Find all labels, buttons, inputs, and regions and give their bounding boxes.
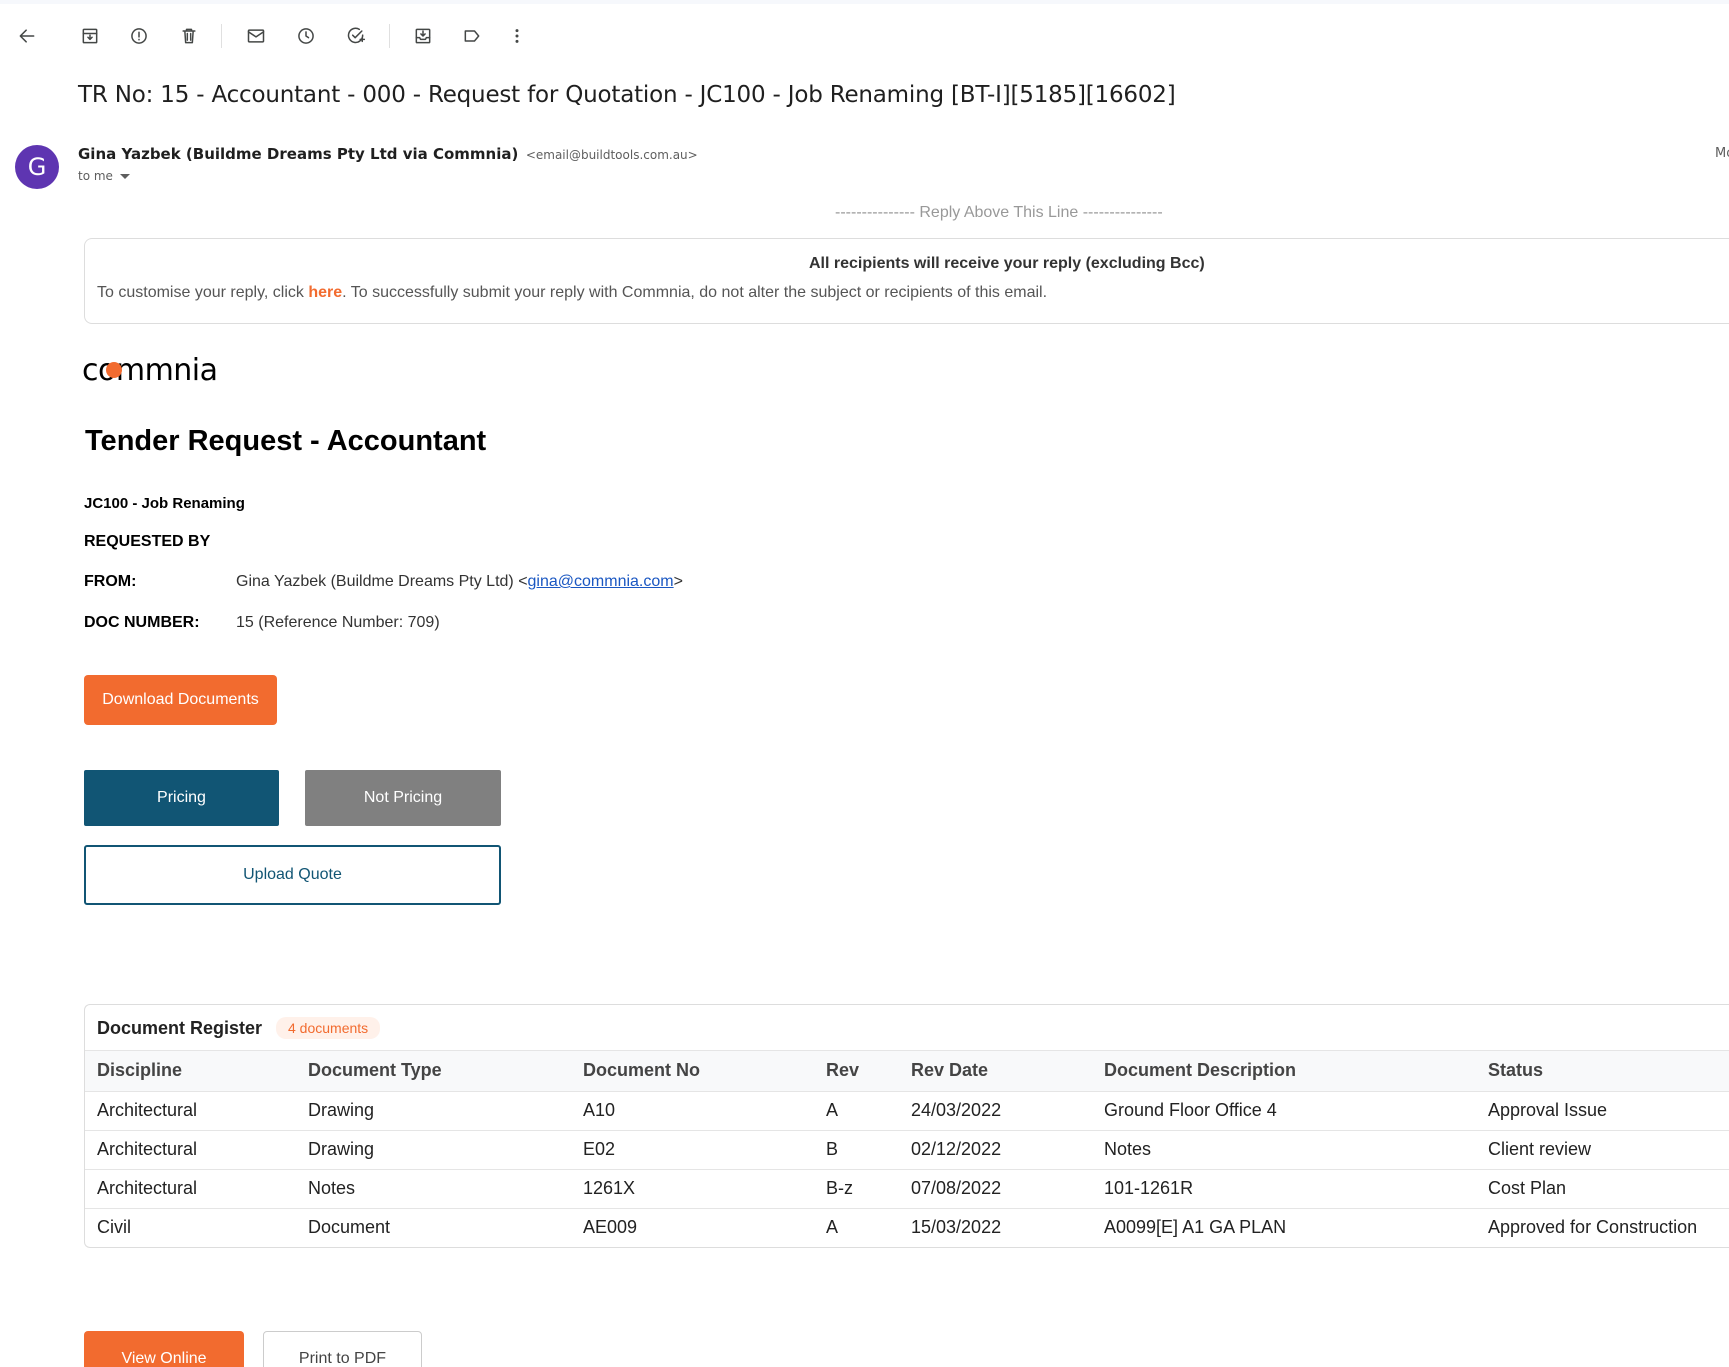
cell-rev-date: 24/03/2022 [899, 1091, 1092, 1131]
cell-document-type: Notes [296, 1169, 571, 1209]
back-icon[interactable] [15, 24, 39, 48]
cell-rev-date: 15/03/2022 [911, 1217, 1002, 1238]
move-to-icon[interactable] [411, 24, 435, 48]
notice-text-post: . To successfully submit your reply with… [342, 284, 1048, 301]
document-count-badge: 4 documents [276, 1017, 381, 1039]
register-header: Document Register 4 documents [85, 1005, 1729, 1051]
doc-number-label: DOC NUMBER: [84, 614, 200, 631]
cell-document-no: 1261X [571, 1169, 814, 1209]
delete-icon[interactable] [177, 24, 201, 48]
from-email-link[interactable]: gina@commnia.com [528, 573, 674, 590]
report-spam-icon[interactable] [127, 24, 151, 48]
email-date: Mo [1715, 146, 1729, 161]
print-to-pdf-button[interactable]: Print to PDF [263, 1331, 422, 1367]
pricing-button[interactable]: Pricing [84, 770, 279, 826]
cell-document-type: Document [308, 1217, 391, 1238]
column-header: Document Type [296, 1051, 571, 1092]
snooze-icon[interactable] [294, 24, 318, 48]
cell-description: Notes [1092, 1130, 1476, 1170]
cell-status: Client review [1476, 1130, 1729, 1170]
table-row: Civil Document AE009 A 15/03/2022 A0099[… [85, 1208, 1729, 1247]
chevron-down-icon [119, 174, 130, 179]
cell-description: Ground Floor Office 4 [1092, 1091, 1476, 1131]
cell-rev: A [826, 1217, 839, 1238]
avatar[interactable]: G [15, 145, 59, 189]
cell-document-type: Drawing [296, 1130, 571, 1170]
cell-document-no: A10 [571, 1091, 814, 1131]
doc-number-value: 15 (Reference Number: 709) [236, 614, 440, 631]
reply-above-line: --------------- Reply Above This Line --… [835, 204, 1163, 221]
cell-discipline: Civil [97, 1217, 131, 1238]
requested-by-heading: REQUESTED BY [84, 533, 211, 550]
cell-rev-date: 02/12/2022 [899, 1130, 1092, 1170]
cell-document-no: AE009 [583, 1217, 638, 1238]
logo-wordmark: commnia [82, 353, 218, 388]
tender-title: Tender Request - Accountant [85, 425, 487, 457]
notice-text-pre: To customise your reply, click [97, 284, 309, 301]
cell-discipline: Architectural [85, 1169, 296, 1209]
column-header: Document No [571, 1051, 814, 1092]
notice-text: To customise your reply, click here. To … [97, 284, 1047, 302]
cell-document-type: Drawing [296, 1091, 571, 1131]
archive-icon[interactable] [78, 24, 102, 48]
cell-description: 101-1261R [1092, 1169, 1476, 1209]
register-title: Document Register [97, 1018, 263, 1038]
table-row: Architectural Drawing A10 A 24/03/2022 G… [85, 1091, 1729, 1131]
sender-line: Gina Yazbek (Buildme Dreams Pty Ltd via … [78, 145, 698, 164]
recipient-label: to me [78, 169, 113, 183]
sender-name[interactable]: Gina Yazbek (Buildme Dreams Pty Ltd via … [78, 145, 518, 163]
cell-document-no: E02 [571, 1130, 814, 1170]
table-header-row: Discipline Document Type Document No Rev… [85, 1051, 1729, 1092]
document-table: Discipline Document Type Document No Rev… [85, 1051, 1729, 1247]
cell-rev: B-z [814, 1169, 899, 1209]
column-header: Rev [814, 1051, 899, 1092]
recipient-dropdown[interactable]: to me [78, 169, 130, 183]
column-header: Document Description [1092, 1051, 1476, 1092]
cell-status: Approval Issue [1476, 1091, 1729, 1131]
commnia-logo: commnia [82, 353, 218, 388]
from-value: Gina Yazbek (Buildme Dreams Pty Ltd) <gi… [236, 573, 683, 591]
toolbar-divider [221, 24, 222, 48]
cell-rev: A [814, 1091, 899, 1131]
column-header: Status [1476, 1051, 1729, 1092]
email-toolbar [0, 0, 1729, 62]
notice-title: All recipients will receive your reply (… [809, 255, 1205, 272]
not-pricing-button[interactable]: Not Pricing [305, 770, 501, 826]
table-row: Architectural Notes 1261X B-z 07/08/2022… [85, 1169, 1729, 1209]
download-documents-button[interactable]: Download Documents [84, 675, 277, 725]
add-task-icon[interactable] [344, 24, 368, 48]
from-name: Gina Yazbek (Buildme Dreams Pty Ltd) < [236, 573, 528, 590]
mark-unread-icon[interactable] [244, 24, 268, 48]
view-online-button[interactable]: View Online [84, 1331, 244, 1367]
label-icon[interactable] [460, 24, 484, 48]
document-register: Document Register 4 documents Discipline… [84, 1004, 1729, 1248]
cell-rev: B [814, 1130, 899, 1170]
cell-discipline: Architectural [85, 1130, 296, 1170]
upload-quote-button[interactable]: Upload Quote [84, 845, 501, 905]
column-header: Discipline [85, 1051, 296, 1092]
from-label: FROM: [84, 573, 137, 590]
toolbar-divider [389, 24, 390, 48]
cell-discipline: Architectural [85, 1091, 296, 1131]
reply-notice-box: All recipients will receive your reply (… [84, 238, 1729, 324]
cell-status: Cost Plan [1476, 1169, 1729, 1209]
sender-email: <email@buildtools.com.au> [525, 148, 698, 162]
customise-reply-link[interactable]: here [308, 284, 342, 301]
table-row: Architectural Drawing E02 B 02/12/2022 N… [85, 1130, 1729, 1170]
cell-description: A0099[E] A1 GA PLAN [1104, 1217, 1287, 1238]
from-close: > [673, 573, 683, 590]
job-name: JC100 - Job Renaming [84, 495, 245, 512]
cell-rev-date: 07/08/2022 [899, 1169, 1092, 1209]
more-icon[interactable] [505, 24, 529, 48]
cell-status: Approved for Construction [1488, 1217, 1698, 1238]
column-header: Rev Date [899, 1051, 1092, 1092]
email-subject: TR No: 15 - Accountant - 000 - Request f… [78, 82, 1176, 108]
